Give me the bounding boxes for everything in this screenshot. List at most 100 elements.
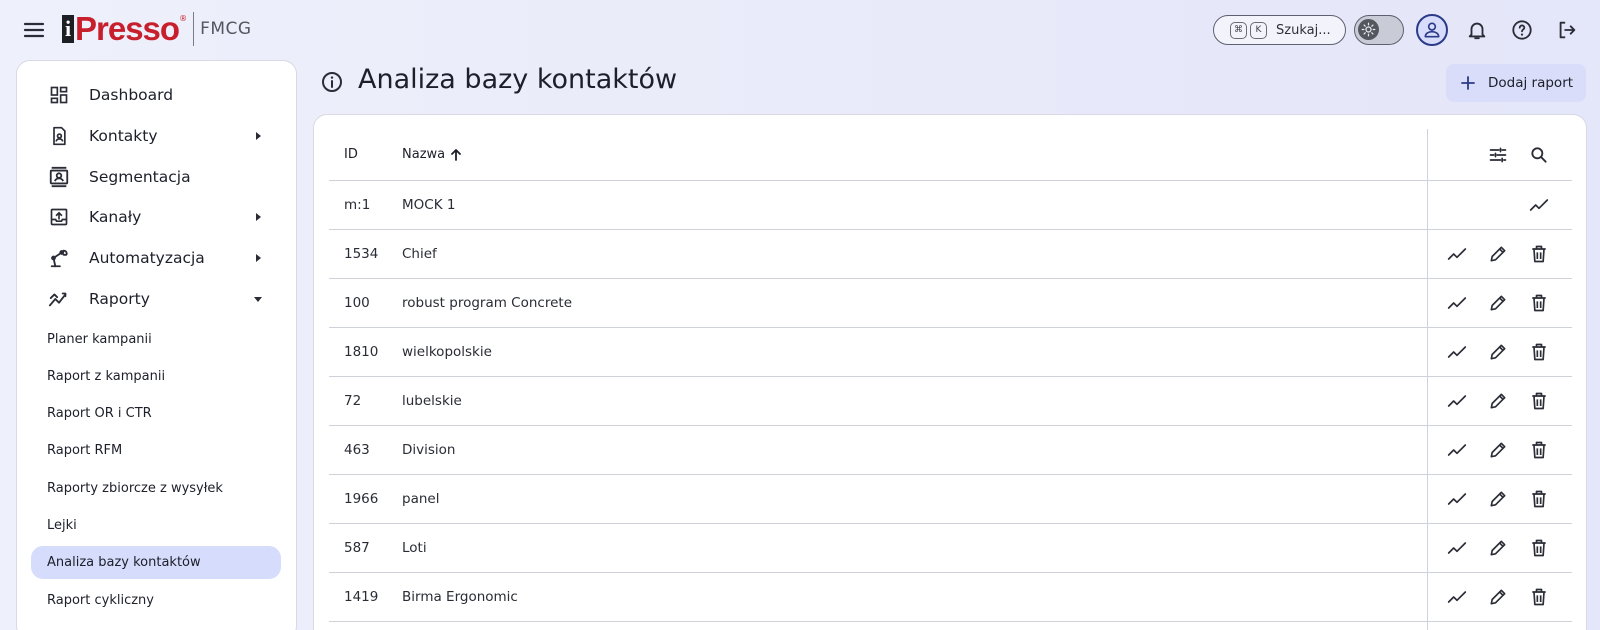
table-row[interactable]: 72 lubelskie <box>329 377 1572 426</box>
chart-icon[interactable] <box>1443 573 1471 621</box>
segmentation-icon <box>47 165 71 189</box>
sidebar-item-label: Dashboard <box>89 86 174 104</box>
sidebar-subitem-contact-base-analysis[interactable]: Analiza bazy kontaktów <box>31 546 281 579</box>
sidebar-subitem-campaign-report[interactable]: Raport z kampanii <box>31 360 281 393</box>
cell-name: wielkopolskie <box>402 344 492 360</box>
column-header-id[interactable]: ID <box>344 129 358 180</box>
edit-pencil-icon[interactable] <box>1484 328 1512 376</box>
user-account-button[interactable] <box>1416 14 1448 46</box>
sidebar-item-automation[interactable]: Automatyzacja <box>31 240 281 276</box>
delete-trash-icon[interactable] <box>1525 230 1553 278</box>
cell-name: Chief <box>402 246 437 262</box>
logo-i-mark: i <box>62 15 74 43</box>
help-icon[interactable] <box>1506 14 1538 46</box>
sidebar-subitem-rfm-report[interactable]: Raport RFM <box>31 434 281 467</box>
cell-name: robust program Concrete <box>402 295 572 311</box>
table-row[interactable]: 100 robust program Concrete <box>329 279 1572 328</box>
edit-pencil-icon[interactable] <box>1484 524 1512 572</box>
user-icon <box>1424 22 1440 38</box>
delete-trash-icon[interactable] <box>1525 279 1553 327</box>
cell-id: 1534 <box>344 246 379 262</box>
sidebar-item-channels[interactable]: Kanały <box>31 199 281 235</box>
top-bar: i Presso ® FMCG ⌘ K Szukaj... <box>0 0 1600 58</box>
plus-icon <box>1461 76 1475 90</box>
contacts-icon <box>47 124 71 148</box>
channels-icon <box>47 205 71 229</box>
cell-name: Loti <box>402 540 427 556</box>
sidebar-item-label: Segmentacja <box>89 168 191 186</box>
table-row[interactable]: 463 Division <box>329 426 1572 475</box>
cell-id: 1810 <box>344 344 379 360</box>
sidebar-item-label: Kontakty <box>89 127 158 145</box>
table-row[interactable]: 1966 panel <box>329 475 1572 524</box>
edit-pencil-icon[interactable] <box>1484 573 1512 621</box>
chart-icon[interactable] <box>1443 279 1471 327</box>
edit-pencil-icon[interactable] <box>1484 426 1512 474</box>
search-label: Szukaj... <box>1276 22 1331 38</box>
edit-pencil-icon[interactable] <box>1484 377 1512 425</box>
table-row[interactable]: 1419 Birma Ergonomic <box>329 573 1572 622</box>
reports-table-card: ID Nazwa m:1 MOCK 1 1534 Chief 100 robus… <box>313 114 1587 630</box>
chart-icon[interactable] <box>1443 524 1471 572</box>
chart-icon[interactable] <box>1443 426 1471 474</box>
table-header-row: ID Nazwa <box>329 129 1572 181</box>
caret-right-icon <box>256 254 261 262</box>
table-search-icon[interactable] <box>1525 129 1553 180</box>
notifications-bell-icon[interactable] <box>1461 14 1493 46</box>
sidebar-item-label: Raporty <box>89 290 150 308</box>
delete-trash-icon[interactable] <box>1525 573 1553 621</box>
chart-icon[interactable] <box>1443 230 1471 278</box>
chart-icon[interactable] <box>1443 475 1471 523</box>
logo-divider <box>193 12 195 46</box>
theme-toggle[interactable] <box>1354 15 1404 45</box>
cell-id: 1419 <box>344 589 379 605</box>
cell-id: m:1 <box>344 197 371 213</box>
chart-icon[interactable] <box>1443 328 1471 376</box>
delete-trash-icon[interactable] <box>1525 328 1553 376</box>
add-report-button[interactable]: Dodaj raport <box>1446 64 1586 102</box>
reports-icon <box>47 287 71 311</box>
column-header-name[interactable]: Nazwa <box>402 129 463 180</box>
sidebar-item-dashboard[interactable]: Dashboard <box>31 77 281 113</box>
cell-id: 72 <box>344 393 362 409</box>
table-row[interactable]: 587 Loti <box>329 524 1572 573</box>
column-filter-icon[interactable] <box>1484 129 1512 180</box>
delete-trash-icon[interactable] <box>1525 377 1553 425</box>
table-row[interactable]: m:1 MOCK 1 <box>329 181 1572 230</box>
sidebar: Dashboard Kontakty Segmentacja Kanały Au… <box>16 60 297 630</box>
sidebar-item-contacts[interactable]: Kontakty <box>31 118 281 154</box>
chart-icon[interactable] <box>1525 181 1553 229</box>
cell-name: Division <box>402 442 456 458</box>
sort-ascending-icon <box>451 148 462 161</box>
delete-trash-icon[interactable] <box>1525 426 1553 474</box>
sidebar-subitem-campaign-planner[interactable]: Planer kampanii <box>31 323 281 356</box>
info-icon[interactable] <box>320 70 344 94</box>
search-button[interactable]: ⌘ K Szukaj... <box>1213 15 1346 45</box>
sidebar-item-segmentation[interactable]: Segmentacja <box>31 159 281 195</box>
edit-pencil-icon[interactable] <box>1484 475 1512 523</box>
sidebar-subitem-summary-reports[interactable]: Raporty zbiorcze z wysyłek <box>31 472 281 505</box>
chart-icon[interactable] <box>1443 377 1471 425</box>
cell-name: Birma Ergonomic <box>402 589 518 605</box>
brand-logo[interactable]: i Presso ® FMCG <box>62 10 252 48</box>
table-row[interactable]: 1810 wielkopolskie <box>329 328 1572 377</box>
automation-icon <box>47 246 71 270</box>
cell-id: 1966 <box>344 491 379 507</box>
menu-icon[interactable] <box>20 16 48 44</box>
logout-icon[interactable] <box>1551 14 1583 46</box>
table-row[interactable]: 1534 Chief <box>329 230 1572 279</box>
sidebar-subitem-or-ctr-report[interactable]: Raport OR i CTR <box>31 397 281 430</box>
edit-pencil-icon[interactable] <box>1484 279 1512 327</box>
kbd-cmd: ⌘ <box>1230 21 1247 39</box>
logo-subtitle: FMCG <box>200 19 252 39</box>
sidebar-subitem-cyclic-report[interactable]: Raport cykliczny <box>31 584 281 617</box>
sidebar-item-label: Automatyzacja <box>89 249 205 267</box>
edit-pencil-icon[interactable] <box>1484 230 1512 278</box>
kbd-key: K <box>1250 21 1267 39</box>
sidebar-item-reports[interactable]: Raporty <box>31 281 281 317</box>
delete-trash-icon[interactable] <box>1525 475 1553 523</box>
logo-text: Presso <box>75 10 180 47</box>
sidebar-subitem-funnels[interactable]: Lejki <box>31 509 281 542</box>
caret-right-icon <box>256 213 261 221</box>
delete-trash-icon[interactable] <box>1525 524 1553 572</box>
